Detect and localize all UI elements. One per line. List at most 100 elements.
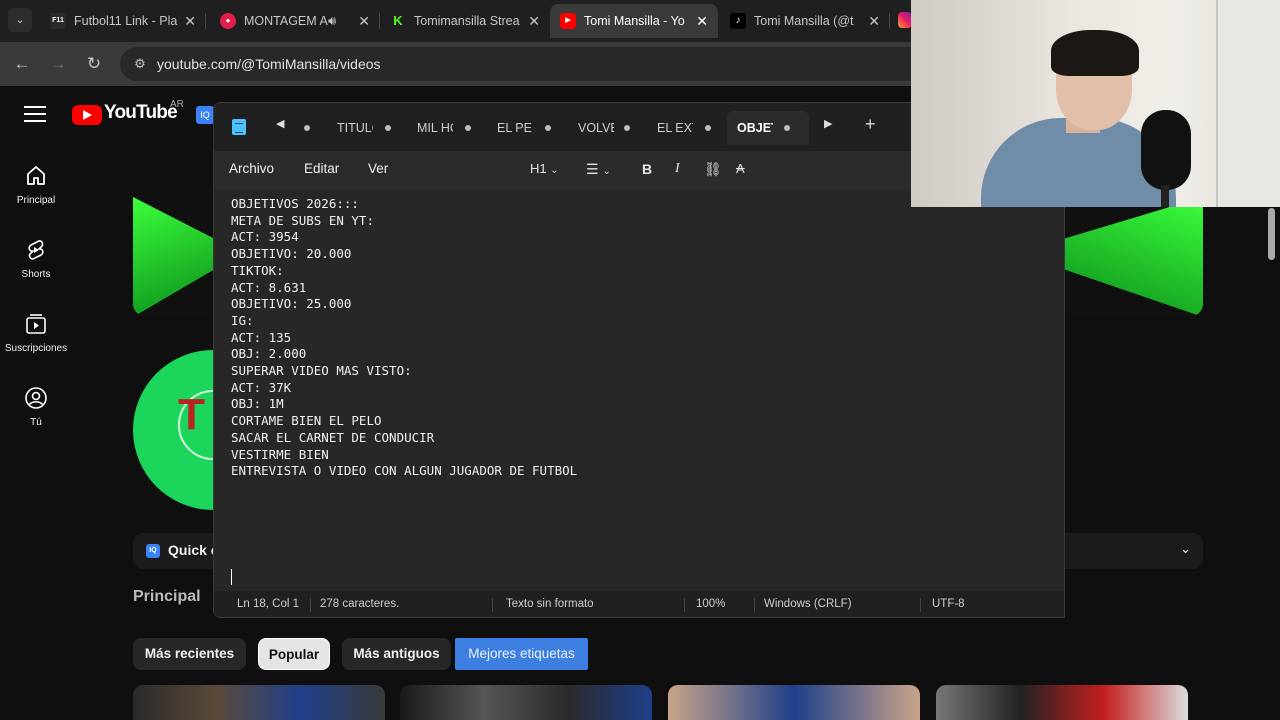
browser-tab-youtube[interactable]: ▶ Tomi Mansilla - Yo ✕ <box>550 4 718 38</box>
tab-close-icon[interactable]: ✕ <box>528 4 540 38</box>
subscriptions-icon <box>26 314 46 334</box>
editor-content[interactable]: OBJETIVOS 2026::: META DE SUBS EN YT: AC… <box>231 196 577 480</box>
notepad-tab[interactable]: VOLVE <box>568 111 648 145</box>
bold-icon[interactable]: B <box>642 161 652 177</box>
notepad-tab-label: OBJET <box>737 121 773 135</box>
webcam-door <box>1216 0 1280 207</box>
sidebar-item-tu[interactable]: Tú <box>0 386 72 460</box>
new-tab-plus-icon[interactable]: + <box>865 114 876 135</box>
notepad-tab-label: MIL HO <box>417 121 453 135</box>
tab-title: Tomi Mansilla - Yo <box>584 14 685 28</box>
link-icon[interactable]: ⛓ <box>704 161 722 178</box>
youtube-logo-icon[interactable] <box>72 105 102 125</box>
banner-graphic <box>1063 197 1203 316</box>
sidebar-item-shorts[interactable]: Shorts <box>0 238 72 312</box>
forward-arrow-icon[interactable]: → <box>44 50 72 78</box>
sidebar-item-label: Principal <box>16 195 56 206</box>
chip-popular[interactable]: Popular <box>258 638 330 670</box>
microphone-icon <box>1141 110 1191 190</box>
tab-title: MONTAGEM A <box>244 14 328 28</box>
menu-ver[interactable]: Ver <box>368 161 388 176</box>
text-editor[interactable]: OBJETIVOS 2026::: META DE SUBS EN YT: AC… <box>214 189 1064 591</box>
speaker-icon[interactable]: 🔊︎ <box>328 4 336 38</box>
list-icon: ☰ <box>586 161 599 177</box>
youtube-logo-text[interactable]: YouTube <box>104 102 178 124</box>
sidebar-item-label: Suscripciones <box>4 343 68 354</box>
notepad-tab[interactable]: TITULO <box>327 111 407 145</box>
url-text[interactable]: youtube.com/@TomiMansilla/videos <box>157 47 381 81</box>
tab-close-icon[interactable]: ✕ <box>696 4 708 38</box>
webcam-overlay <box>911 0 1280 207</box>
site-info-icon[interactable]: ⚙ <box>130 54 150 74</box>
unsaved-dot-icon <box>385 125 391 131</box>
tab-close-icon[interactable]: ✕ <box>184 4 196 38</box>
home-icon <box>27 166 45 185</box>
browser-tab-futbol11[interactable]: F11 Futbol11 Link - Pla ✕ <box>40 4 206 38</box>
browser-tab-montagem[interactable]: ● MONTAGEM A 🔊︎ ✕ <box>210 4 380 38</box>
chip-mas-recientes[interactable]: Más recientes <box>133 638 246 670</box>
tab-separator <box>205 13 206 29</box>
reload-icon[interactable]: ↻ <box>80 50 108 78</box>
tab-title: Futbol11 Link - Pla <box>74 14 178 28</box>
tab-title: Tomimansilla Strea <box>414 14 520 28</box>
sidebar-item-principal[interactable]: Principal <box>0 164 72 238</box>
tab-close-icon[interactable]: ✕ <box>358 4 370 38</box>
clear-formatting-icon[interactable]: A <box>736 161 745 176</box>
notepad-tab-active[interactable]: OBJET <box>727 111 809 145</box>
video-thumbnail[interactable] <box>936 685 1188 720</box>
section-title: Principal <box>133 588 201 605</box>
notepad-tab-label: EL EXT <box>657 121 693 135</box>
instagram-favicon-icon[interactable] <box>898 12 912 28</box>
address-bar[interactable]: ⚙ youtube.com/@TomiMansilla/videos <box>120 47 1020 81</box>
video-thumbnail[interactable] <box>400 685 652 720</box>
video-thumbnail[interactable] <box>133 685 385 720</box>
sidebar-item-suscripciones[interactable]: Suscripciones <box>0 312 72 386</box>
futbol11-favicon-icon: F11 <box>50 13 66 29</box>
unsaved-dot-icon <box>304 125 310 131</box>
notepad-tab[interactable]: EL PER <box>487 111 567 145</box>
zoom-level[interactable]: 100% <box>696 598 725 610</box>
menu-icon[interactable] <box>24 106 46 122</box>
list-dropdown[interactable]: ☰ ⌄ <box>586 161 611 178</box>
notepad-tab[interactable]: MIL HO <box>407 111 487 145</box>
notepad-app-icon <box>232 119 246 135</box>
status-divider <box>920 598 921 612</box>
menu-archivo[interactable]: Archivo <box>229 161 274 176</box>
extension-icon[interactable]: IQ <box>196 106 214 124</box>
browser-tab-kick[interactable]: K Tomimansilla Strea ✕ <box>380 4 550 38</box>
tab-close-icon[interactable]: ✕ <box>868 4 880 38</box>
scroll-tabs-right-icon[interactable]: ▶ <box>824 117 832 130</box>
chip-mas-antiguos[interactable]: Más antiguos <box>342 638 451 670</box>
chevron-down-icon: ⌄ <box>602 166 611 177</box>
text-format[interactable]: Texto sin formato <box>506 598 594 610</box>
quick-bar-label: Quick c <box>168 542 219 558</box>
microphone-stand <box>1161 185 1169 207</box>
status-divider <box>310 598 311 612</box>
menu-editar[interactable]: Editar <box>304 161 339 176</box>
unsaved-dot-icon <box>784 125 790 131</box>
italic-icon[interactable]: I <box>675 161 680 177</box>
back-arrow-icon[interactable]: ← <box>8 50 36 78</box>
you-icon <box>25 387 47 409</box>
chip-mejores-etiquetas[interactable]: Mejores etiquetas <box>455 638 588 670</box>
video-thumbnail[interactable] <box>668 685 920 720</box>
char-count: 278 caracteres. <box>320 598 400 610</box>
sidebar-item-label: Shorts <box>21 269 51 280</box>
notepad-tab[interactable]: EL EXT <box>647 111 727 145</box>
tab-search-button[interactable]: ⌄ <box>8 8 32 32</box>
status-divider <box>684 598 685 612</box>
status-divider <box>492 598 493 612</box>
line-ending[interactable]: Windows (CRLF) <box>764 598 852 610</box>
chevron-down-icon[interactable]: ⌄ <box>1180 541 1191 557</box>
text-caret <box>231 569 232 585</box>
notepad-tab-label: VOLVE <box>578 121 614 135</box>
scroll-tabs-left-icon[interactable]: ◀ <box>276 117 284 130</box>
status-divider <box>754 598 755 612</box>
heading-dropdown[interactable]: H1 ⌄ <box>530 161 559 176</box>
encoding[interactable]: UTF-8 <box>932 598 965 610</box>
tab-separator <box>889 13 890 29</box>
notepad-tab-label: TITULO <box>337 121 373 135</box>
page-scrollbar[interactable] <box>1268 208 1275 260</box>
cursor-position: Ln 18, Col 1 <box>237 598 300 610</box>
browser-tab-tiktok[interactable]: ♪ Tomi Mansilla (@t ✕ <box>720 4 890 38</box>
